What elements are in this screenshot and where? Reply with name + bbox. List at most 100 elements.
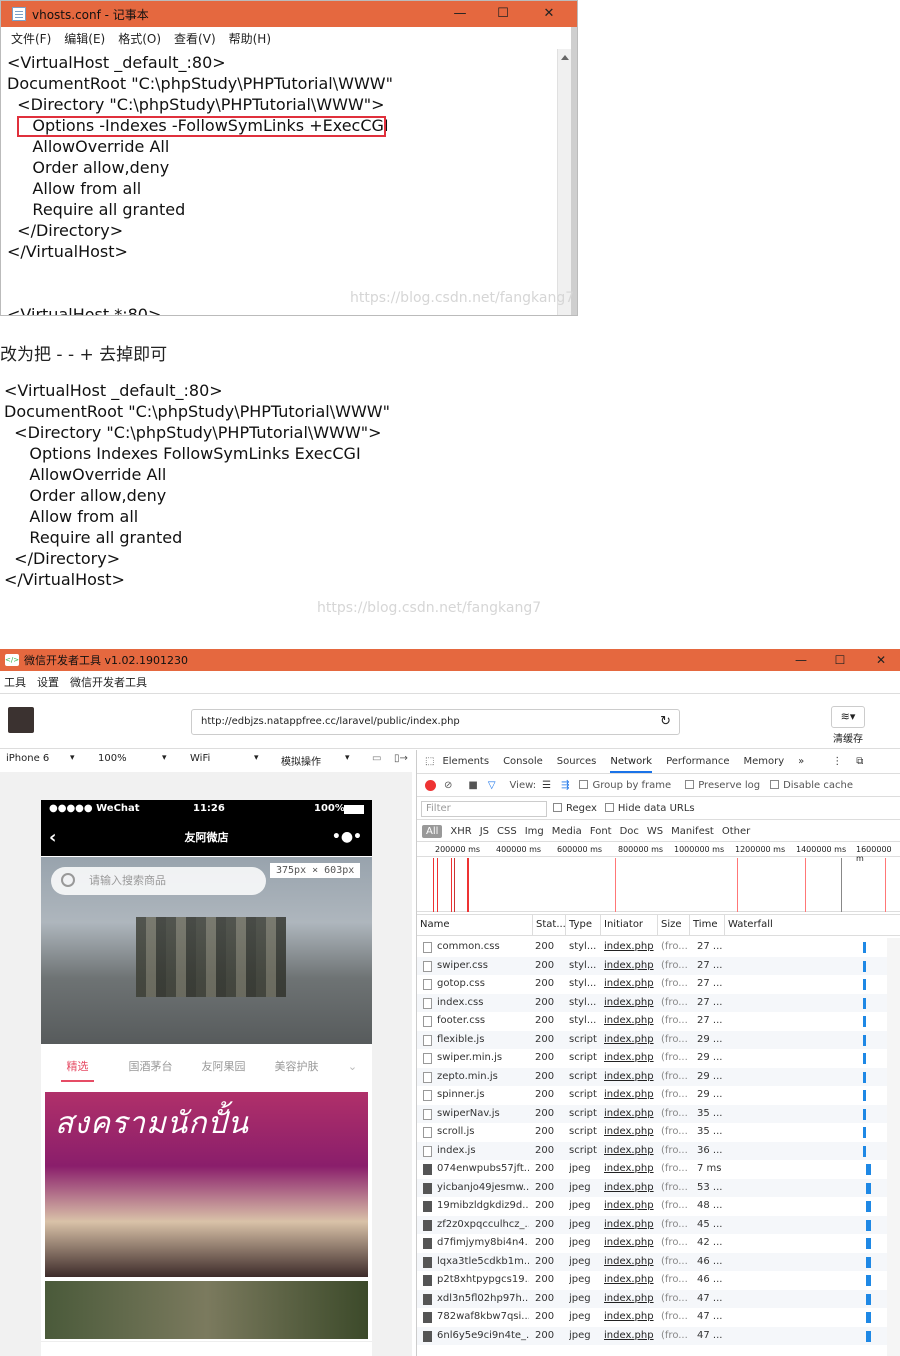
promo-banner-2[interactable]: [45, 1281, 368, 1339]
col-size[interactable]: Size: [657, 915, 689, 935]
refresh-icon[interactable]: ↻: [660, 710, 671, 734]
tab-memory[interactable]: Memory: [743, 756, 784, 767]
table-scrollbar[interactable]: [887, 938, 900, 1356]
table-row[interactable]: yicbanjo49jesmw... 200 jpeg index.php (fro..…: [417, 1178, 887, 1198]
table-row[interactable]: flexible.js 200 script index.php (fro... 29 .…: [417, 1030, 887, 1050]
request-initiator[interactable]: index.php: [604, 1031, 654, 1050]
type-media[interactable]: Media: [552, 826, 582, 837]
table-row[interactable]: spinner.js 200 script index.php (fro... 29 ..…: [417, 1086, 887, 1105]
regex-checkbox[interactable]: Regex: [553, 803, 597, 814]
request-initiator[interactable]: index.php: [604, 1068, 654, 1087]
clear-icon[interactable]: ⊘: [444, 780, 452, 791]
request-initiator[interactable]: index.php: [604, 1290, 654, 1309]
request-initiator[interactable]: index.php: [604, 957, 654, 976]
notepad-editor[interactable]: <VirtualHost _default_:80> DocumentRoot "…: [1, 49, 557, 315]
zoom-select[interactable]: 100% ▾: [98, 753, 167, 764]
inspect-icon[interactable]: ⬚: [425, 756, 434, 767]
filter-input[interactable]: Filter: [421, 800, 547, 817]
col-initiator[interactable]: Initiator: [600, 915, 657, 935]
request-initiator[interactable]: index.php: [604, 1049, 654, 1068]
table-row[interactable]: footer.css 200 styl... index.php (fro... 27 .…: [417, 1012, 887, 1031]
col-status[interactable]: Stat...: [532, 915, 565, 935]
type-doc[interactable]: Doc: [620, 826, 639, 837]
menu-tools[interactable]: 工具: [4, 674, 26, 690]
menu-settings[interactable]: 设置: [37, 674, 59, 690]
tab-console[interactable]: Console: [503, 756, 543, 767]
kebab-menu-icon[interactable]: ⋮: [832, 756, 842, 767]
close-button[interactable]: ✕: [526, 1, 572, 27]
table-row[interactable]: swiper.css 200 styl... index.php (fro... 27 .…: [417, 956, 887, 976]
close-button[interactable]: ✕: [858, 649, 900, 671]
request-initiator[interactable]: index.php: [604, 1012, 654, 1031]
simulate-select[interactable]: 模拟操作 ▾: [281, 753, 350, 768]
table-row[interactable]: zepto.min.js 200 script index.php (fro... 29 …: [417, 1067, 887, 1087]
more-tabs-icon[interactable]: »: [798, 756, 804, 767]
tab-network[interactable]: Network: [610, 756, 653, 773]
table-row[interactable]: scroll.js 200 script index.php (fro... 35 ...: [417, 1123, 887, 1142]
request-initiator[interactable]: index.php: [604, 1327, 654, 1346]
tab-beauty[interactable]: 美容护肤: [260, 1058, 333, 1074]
menu-format[interactable]: 格式(O): [118, 30, 161, 47]
timeline-overview[interactable]: [417, 858, 900, 912]
col-time[interactable]: Time: [689, 915, 724, 935]
request-initiator[interactable]: index.php: [604, 975, 654, 994]
avatar[interactable]: [8, 707, 34, 733]
waterfall-view-icon[interactable]: ⇶: [561, 780, 569, 791]
type-img[interactable]: Img: [525, 826, 544, 837]
table-row[interactable]: index.css 200 styl... index.php (fro... 27 ..…: [417, 993, 887, 1013]
request-initiator[interactable]: index.php: [604, 1234, 654, 1253]
table-row[interactable]: 782waf8kbw7qsi... 200 jpeg index.php (fro...…: [417, 1308, 887, 1327]
request-initiator[interactable]: index.php: [604, 1271, 654, 1290]
request-initiator[interactable]: index.php: [604, 1105, 654, 1124]
table-row[interactable]: p2t8xhtpypgcs19... 200 jpeg index.php (fro..…: [417, 1271, 887, 1290]
preserve-log-checkbox[interactable]: Preserve log: [685, 780, 760, 791]
menu-edit[interactable]: 编辑(E): [64, 30, 105, 47]
screen-icon[interactable]: ▭: [372, 753, 381, 764]
hide-data-urls-checkbox[interactable]: Hide data URLs: [604, 803, 695, 814]
tab-orchard[interactable]: 友阿果园: [187, 1058, 260, 1074]
type-css[interactable]: CSS: [497, 826, 517, 837]
table-row[interactable]: 19mibzldgkdiz9d... 200 jpeg index.php (fro..…: [417, 1197, 887, 1216]
network-select[interactable]: WiFi ▾: [190, 753, 259, 764]
record-icon[interactable]: [425, 780, 436, 791]
table-row[interactable]: d7fimjymy8bi4n4... 200 jpeg index.php (fro..…: [417, 1234, 887, 1253]
request-initiator[interactable]: index.php: [604, 1308, 654, 1327]
tab-elements[interactable]: Elements: [442, 756, 489, 767]
group-by-frame-checkbox[interactable]: Group by frame: [579, 780, 671, 791]
request-initiator[interactable]: index.php: [604, 994, 654, 1013]
table-row[interactable]: index.js 200 script index.php (fro... 36 ...: [417, 1141, 887, 1161]
request-initiator[interactable]: index.php: [604, 1253, 654, 1272]
back-icon[interactable]: ‹: [49, 819, 56, 856]
type-font[interactable]: Font: [590, 826, 612, 837]
table-row[interactable]: xdl3n5fl02hp97h... 200 jpeg index.php (fro..…: [417, 1289, 887, 1309]
hero-banner[interactable]: 请输入搜索商品 375px × 603px: [41, 857, 372, 1044]
camera-icon[interactable]: ■: [468, 780, 477, 791]
table-row[interactable]: 6nl6y5e9ci9n4te_... 200 jpeg index.php (fro.…: [417, 1326, 887, 1346]
type-ws[interactable]: WS: [647, 826, 663, 837]
chevron-down-icon[interactable]: ⌄: [333, 1060, 372, 1073]
table-row[interactable]: gotop.css 200 styl... index.php (fro... 27 ..…: [417, 975, 887, 994]
table-row[interactable]: 074enwpubs57jft... 200 jpeg index.php (fro..…: [417, 1160, 887, 1179]
table-row[interactable]: lqxa3tle5cdkb1m... 200 jpeg index.php (fro..…: [417, 1252, 887, 1272]
tab-sources[interactable]: Sources: [557, 756, 597, 767]
type-js[interactable]: JS: [480, 826, 489, 837]
type-xhr[interactable]: XHR: [450, 826, 471, 837]
request-initiator[interactable]: index.php: [604, 1216, 654, 1235]
tab-featured[interactable]: 精选: [41, 1058, 114, 1082]
list-view-icon[interactable]: ☰: [542, 780, 551, 791]
request-initiator[interactable]: index.php: [604, 1142, 654, 1161]
tab-moutai[interactable]: 国酒茅台: [114, 1058, 187, 1074]
menu-file[interactable]: 文件(F): [11, 30, 51, 47]
request-initiator[interactable]: index.php: [604, 1179, 654, 1198]
request-initiator[interactable]: index.php: [604, 938, 654, 957]
promo-banner[interactable]: สงครามนักปั้น: [45, 1092, 368, 1277]
menu-devtool[interactable]: 微信开发者工具: [70, 674, 147, 690]
dock-icon[interactable]: ⧉: [856, 756, 863, 767]
detach-icon[interactable]: ▯→: [394, 753, 408, 764]
menu-help[interactable]: 帮助(H): [229, 30, 271, 47]
filter-icon[interactable]: ▽: [488, 780, 496, 791]
type-manifest[interactable]: Manifest: [671, 826, 714, 837]
table-row[interactable]: common.css 200 styl... index.php (fro... 27 .…: [417, 938, 887, 957]
tab-performance[interactable]: Performance: [666, 756, 729, 767]
col-type[interactable]: Type: [565, 915, 600, 935]
